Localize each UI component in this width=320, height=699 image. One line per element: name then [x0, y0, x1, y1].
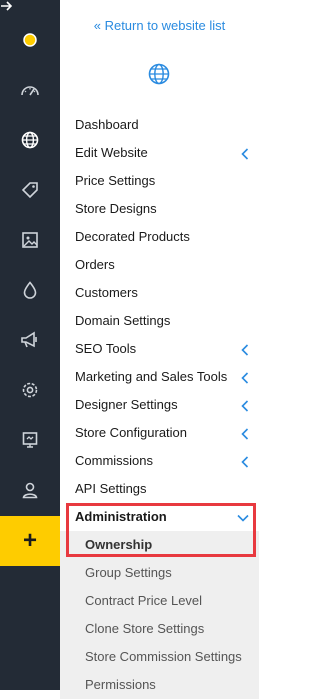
menu-item-domain-settings[interactable]: Domain Settings [60, 307, 259, 335]
chevron-left-icon [241, 148, 249, 160]
submenu-item-group-settings[interactable]: Group Settings [60, 559, 259, 587]
chevron-left-icon [241, 400, 249, 412]
chevron-left-icon [241, 344, 249, 356]
menu-item-edit-website[interactable]: Edit Website [60, 139, 259, 167]
drop-icon[interactable] [0, 265, 60, 315]
menu-item-price-settings[interactable]: Price Settings [60, 167, 259, 195]
speedometer-icon[interactable] [0, 65, 60, 115]
tag-icon[interactable] [0, 165, 60, 215]
administration-submenu: Ownership Group Settings Contract Price … [60, 531, 259, 699]
gear-icon[interactable] [0, 365, 60, 415]
menu-item-seo-tools[interactable]: SEO Tools [60, 335, 259, 363]
menu-item-dashboard[interactable]: Dashboard [60, 111, 259, 139]
submenu-item-ownership[interactable]: Ownership [60, 531, 259, 559]
menu-item-commissions[interactable]: Commissions [60, 447, 259, 475]
submenu-item-store-commission-settings[interactable]: Store Commission Settings [60, 643, 259, 671]
chevron-left-icon [241, 428, 249, 440]
status-dot-icon[interactable] [0, 15, 60, 65]
plus-icon: + [22, 527, 37, 554]
globe-icon[interactable] [0, 115, 60, 165]
submenu-item-clone-store-settings[interactable]: Clone Store Settings [60, 615, 259, 643]
main-menu: Dashboard Edit Website Price Settings St… [60, 111, 259, 699]
user-icon[interactable] [0, 465, 60, 515]
menu-item-customers[interactable]: Customers [60, 279, 259, 307]
return-to-website-list-link[interactable]: « Return to website list [60, 18, 259, 33]
chevron-down-icon [237, 514, 249, 522]
chevron-left-icon [241, 372, 249, 384]
image-icon[interactable] [0, 215, 60, 265]
presentation-icon[interactable] [0, 415, 60, 465]
menu-item-store-configuration[interactable]: Store Configuration [60, 419, 259, 447]
back-arrow-icon[interactable] [0, 0, 14, 12]
megaphone-icon[interactable] [0, 315, 60, 365]
chevron-left-icon [241, 456, 249, 468]
submenu-item-permissions[interactable]: Permissions [60, 671, 259, 699]
menu-item-decorated-products[interactable]: Decorated Products [60, 223, 259, 251]
menu-item-orders[interactable]: Orders [60, 251, 259, 279]
menu-item-store-designs[interactable]: Store Designs [60, 195, 259, 223]
submenu-item-contract-price-level[interactable]: Contract Price Level [60, 587, 259, 615]
menu-item-marketing-and-sales-tools[interactable]: Marketing and Sales Tools [60, 363, 259, 391]
menu-item-administration[interactable]: Administration [60, 503, 259, 531]
menu-item-designer-settings[interactable]: Designer Settings [60, 391, 259, 419]
globe-icon [148, 63, 170, 85]
side-menu-panel: « Return to website list Dashboard Edit … [60, 0, 259, 699]
add-button[interactable]: + [0, 516, 60, 566]
menu-item-api-settings[interactable]: API Settings [60, 475, 259, 503]
icon-rail: + [0, 0, 60, 690]
